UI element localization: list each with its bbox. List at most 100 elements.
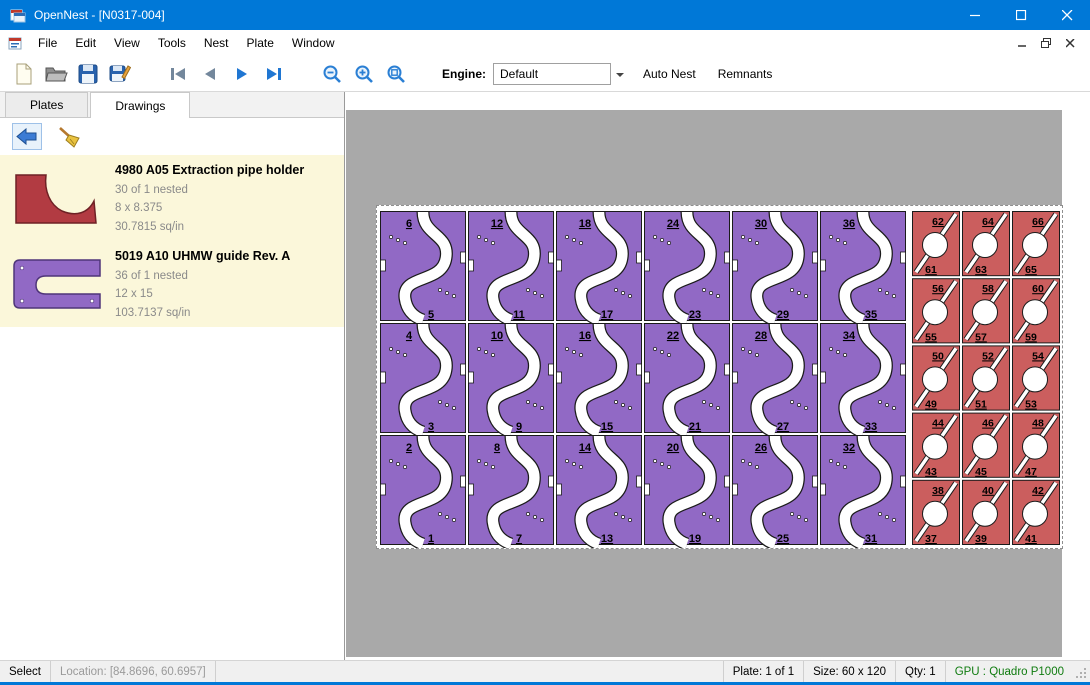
nav-last-icon: [265, 66, 283, 82]
svg-text:2: 2: [406, 442, 412, 454]
mdi-close-button[interactable]: [1058, 33, 1082, 53]
nav-first-button[interactable]: [162, 59, 194, 89]
svg-text:7: 7: [516, 533, 522, 545]
title-bar: OpenNest - [N0317-004]: [0, 0, 1090, 30]
svg-text:26: 26: [755, 442, 767, 454]
minimize-button[interactable]: [952, 0, 998, 30]
svg-text:52: 52: [982, 350, 994, 362]
sidebar-tabstrip: Plates Drawings: [0, 92, 344, 118]
engine-select[interactable]: Default: [493, 63, 611, 85]
close-button[interactable]: [1044, 0, 1090, 30]
svg-text:42: 42: [1032, 485, 1044, 497]
menu-nest[interactable]: Nest: [195, 31, 238, 55]
nav-prev-button[interactable]: [194, 59, 226, 89]
new-file-icon: [14, 63, 34, 85]
svg-text:23: 23: [689, 309, 701, 321]
open-folder-icon: [44, 64, 68, 84]
mdi-minimize-icon: [1018, 39, 1027, 48]
save-as-button[interactable]: [104, 59, 136, 89]
svg-text:27: 27: [777, 421, 789, 433]
nav-last-button[interactable]: [258, 59, 290, 89]
status-gpu: GPU : Quadro P1000: [945, 661, 1073, 682]
svg-text:16: 16: [579, 330, 591, 342]
save-button[interactable]: [72, 59, 104, 89]
svg-text:5: 5: [428, 309, 434, 321]
part-nested-count: 30 of 1 nested: [115, 181, 304, 199]
new-button[interactable]: [8, 59, 40, 89]
svg-text:18: 18: [579, 218, 591, 230]
svg-text:11: 11: [513, 309, 525, 321]
zoom-fit-button[interactable]: [380, 59, 412, 89]
auto-nest-button[interactable]: Auto Nest: [637, 63, 702, 85]
nav-next-icon: [234, 66, 250, 82]
open-button[interactable]: [40, 59, 72, 89]
svg-text:24: 24: [667, 218, 680, 230]
part-thumbnail-purple: [0, 254, 115, 314]
save-as-icon: [109, 63, 131, 84]
status-qty: Qty: 1: [895, 661, 945, 682]
svg-text:31: 31: [865, 533, 877, 545]
svg-text:34: 34: [843, 330, 856, 342]
svg-text:64: 64: [982, 216, 994, 228]
close-icon: [1062, 10, 1073, 21]
zoom-fit-icon: [386, 64, 406, 84]
svg-text:61: 61: [925, 264, 937, 276]
menu-file[interactable]: File: [29, 31, 66, 55]
plate-svg[interactable]: 6512111817242330293635431091615222128273…: [377, 206, 1062, 548]
tab-plates[interactable]: Plates: [5, 92, 88, 117]
svg-text:17: 17: [601, 309, 613, 321]
engine-value: Default: [500, 67, 538, 81]
clear-drawings-button[interactable]: [54, 123, 84, 150]
part-size: 8 x 8.375: [115, 199, 304, 217]
drawings-toolbar: [0, 118, 344, 155]
svg-text:28: 28: [755, 330, 767, 342]
svg-text:51: 51: [975, 399, 987, 411]
zoom-out-button[interactable]: [316, 59, 348, 89]
import-drawing-button[interactable]: [12, 123, 42, 150]
list-item-uhmw-guide[interactable]: 5019 A10 UHMW guide Rev. A 36 of 1 neste…: [0, 241, 344, 327]
svg-text:30: 30: [755, 218, 767, 230]
uhmw-guide-shape: [8, 254, 108, 314]
plate[interactable]: 6512111817242330293635431091615222128273…: [376, 205, 1063, 549]
save-icon: [78, 64, 98, 84]
svg-text:57: 57: [975, 331, 987, 343]
maximize-icon: [1016, 10, 1027, 21]
menu-plate[interactable]: Plate: [238, 31, 283, 55]
mdi-restore-button[interactable]: [1034, 33, 1058, 53]
tab-drawings[interactable]: Drawings: [90, 92, 190, 118]
svg-text:35: 35: [865, 309, 877, 321]
main-toolbar: Engine: Default Auto Nest Remnants: [0, 56, 1090, 92]
nav-first-icon: [169, 66, 187, 82]
svg-text:53: 53: [1025, 399, 1037, 411]
svg-text:8: 8: [494, 442, 500, 454]
list-item-extraction-pipe-holder[interactable]: 4980 A05 Extraction pipe holder 30 of 1 …: [0, 155, 344, 241]
svg-text:29: 29: [777, 309, 789, 321]
menu-view[interactable]: View: [105, 31, 149, 55]
engine-label: Engine:: [442, 67, 486, 81]
nav-next-button[interactable]: [226, 59, 258, 89]
minimize-icon: [970, 10, 981, 21]
svg-text:55: 55: [925, 331, 937, 343]
remnants-button[interactable]: Remnants: [712, 63, 779, 85]
maximize-button[interactable]: [998, 0, 1044, 30]
menu-bar: File Edit View Tools Nest Plate Window: [0, 30, 1090, 56]
mdi-restore-icon: [1041, 38, 1051, 48]
svg-text:10: 10: [491, 330, 503, 342]
menu-window[interactable]: Window: [283, 31, 344, 55]
menu-edit[interactable]: Edit: [66, 31, 105, 55]
svg-text:44: 44: [932, 418, 944, 430]
zoom-in-button[interactable]: [348, 59, 380, 89]
svg-text:33: 33: [865, 421, 877, 433]
svg-text:22: 22: [667, 330, 679, 342]
svg-text:45: 45: [975, 466, 987, 478]
svg-text:60: 60: [1032, 283, 1044, 295]
svg-text:3: 3: [428, 421, 434, 433]
app-icon: [10, 7, 26, 23]
nesting-canvas[interactable]: 6512111817242330293635431091615222128273…: [346, 92, 1090, 660]
svg-text:6: 6: [406, 218, 412, 230]
status-size: Size: 60 x 120: [803, 661, 895, 682]
menu-tools[interactable]: Tools: [149, 31, 195, 55]
mdi-minimize-button[interactable]: [1010, 33, 1034, 53]
resize-grip[interactable]: [1073, 661, 1090, 682]
svg-text:66: 66: [1032, 216, 1044, 228]
